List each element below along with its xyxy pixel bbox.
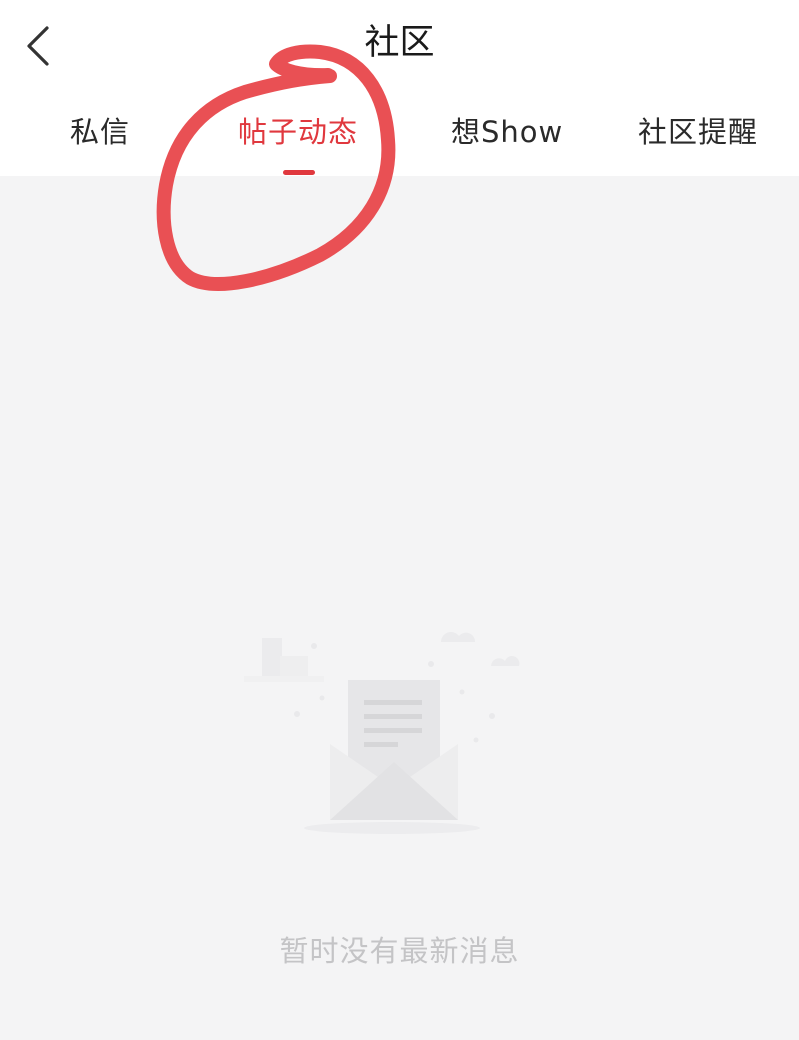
tab-private-messages[interactable]: 私信: [70, 108, 130, 156]
tab-community-reminders[interactable]: 社区提醒: [638, 108, 758, 156]
empty-state-message: 暂时没有最新消息: [279, 934, 520, 968]
active-tab-indicator: [283, 170, 315, 175]
empty-envelope-icon: [244, 632, 520, 834]
app-header: 社区 私信 帖子动态 想Show 社区提醒: [0, 0, 799, 176]
tab-post-updates[interactable]: 帖子动态: [238, 108, 358, 156]
tab-want-show[interactable]: 想Show: [451, 108, 563, 156]
page-title: 社区: [364, 23, 435, 63]
